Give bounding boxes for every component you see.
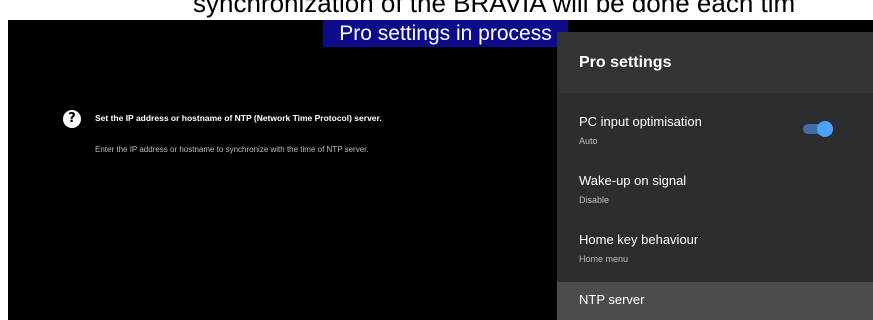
setting-label: PC input optimisation <box>579 114 702 129</box>
top-caption-text: synchronization of the BRAVIA will be do… <box>193 0 796 18</box>
pc-input-toggle[interactable] <box>803 121 833 137</box>
help-circle-icon: ? <box>63 110 81 128</box>
toggle-thumb <box>817 121 833 137</box>
setting-ntp-server[interactable]: NTP server <box>557 282 873 320</box>
setting-wake-up-on-signal[interactable]: Wake-up on signal Disable <box>557 163 873 221</box>
caption-banner: Pro settings in process <box>323 20 568 47</box>
help-description: Enter the IP address or hostname to sync… <box>95 145 369 154</box>
setting-label: Home key behaviour <box>579 232 699 247</box>
panel-header: Pro settings <box>557 32 873 93</box>
panel-title: Pro settings <box>579 54 672 71</box>
help-title: Set the IP address or hostname of NTP (N… <box>95 113 382 123</box>
setting-home-key-behaviour[interactable]: Home key behaviour Home menu <box>557 222 873 280</box>
setting-value: Home menu <box>579 254 629 264</box>
setting-value: Disable <box>579 195 610 205</box>
setting-value: Auto <box>579 136 598 146</box>
setting-pc-input-optimisation[interactable]: PC input optimisation Auto <box>557 104 873 162</box>
setting-label: Wake-up on signal <box>579 173 687 188</box>
setting-label: NTP server <box>579 292 645 307</box>
settings-panel: Pro settings PC input optimisation Auto … <box>557 32 873 320</box>
